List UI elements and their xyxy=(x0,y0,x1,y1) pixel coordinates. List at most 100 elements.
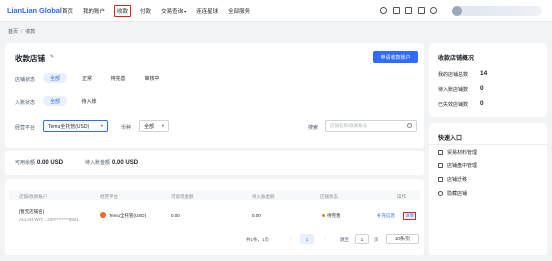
quick-link-label: 店铺盘中管理 xyxy=(447,163,478,169)
nav-collection[interactable]: 收款 xyxy=(114,5,132,17)
logo[interactable]: LianLian Global xyxy=(7,6,62,15)
breadcrumb-separator: / xyxy=(21,29,23,35)
shop-table: 店铺/收款账户 经营平台 可提现金额 待入账金额 店铺状态 操作 [暂无店铺名]… xyxy=(5,179,424,255)
page-title: 收款店铺 xyxy=(15,54,45,63)
calendar-icon[interactable] xyxy=(392,7,400,14)
temu-icon xyxy=(100,212,106,218)
currency-select-value: 全部 xyxy=(144,123,155,130)
chevron-down-icon: ▾ xyxy=(184,9,187,14)
balance-summary: 可用余额 0.00 USD 待入账金额 0.00 USD xyxy=(5,151,424,175)
stat-total-value: 14 xyxy=(480,70,488,77)
breadcrumb-current: 收款 xyxy=(25,29,36,35)
available-value: 0.00 USD xyxy=(37,160,64,166)
available-label: 可用余额 xyxy=(15,160,36,166)
quick-links-card: 快速入口 贸易材料管理 店铺盘中管理 店铺迁移 隐藏店铺 xyxy=(429,123,547,255)
chevron-down-icon: ▾ xyxy=(161,123,164,128)
edit-icon[interactable]: ✎ xyxy=(50,54,54,60)
shop-name: [暂无店铺名] xyxy=(19,209,45,214)
pending-balance: 待入账金额 0.00 USD xyxy=(85,159,138,166)
detail-link[interactable]: 详情 xyxy=(403,212,416,220)
row-platform: Temu全托管(USD) xyxy=(109,213,147,218)
document-icon[interactable] xyxy=(405,7,412,14)
overview-card: 收款店铺概况 我的店铺总数 14 待入账店铺数 0 已失效店铺数 0 xyxy=(429,43,547,117)
main-nav: 首页 我的账户 收款 付款 交易查询▾ 连连星球 全部服务 xyxy=(61,0,259,22)
nav-my-account[interactable]: 我的账户 xyxy=(82,5,106,17)
page-1[interactable]: 1 xyxy=(300,234,314,244)
col-action: 操作 xyxy=(397,194,406,199)
divider xyxy=(429,144,547,145)
platform-select[interactable]: Temu全托管(USD) ▾ xyxy=(43,120,108,132)
search-icon[interactable] xyxy=(407,123,412,128)
shop-status-label: 店铺状态 xyxy=(15,77,36,83)
search-input[interactable]: 店铺名称/收款账号 xyxy=(325,120,417,132)
table-header xyxy=(9,190,420,200)
nav-payment[interactable]: 付款 xyxy=(139,5,152,17)
row-status: 待完善 xyxy=(327,213,341,218)
platform-select-value: Temu全托管(USD) xyxy=(48,123,90,130)
quick-title: 快速入口 xyxy=(438,136,463,142)
col-available: 可提现金额 xyxy=(171,194,194,199)
jump-label: 跳至 xyxy=(340,237,349,242)
nav-home[interactable]: 首页 xyxy=(61,5,74,17)
nav-transactions-label: 交易查询 xyxy=(161,9,184,15)
row-available: 0.00 xyxy=(171,213,180,218)
stat-pending-label: 待入账店铺数 xyxy=(438,87,469,93)
shop-icon xyxy=(438,163,443,168)
shop-status-reviewing[interactable]: 审核中 xyxy=(140,73,164,83)
chevron-down-icon: ▾ xyxy=(100,123,103,128)
help-icon[interactable] xyxy=(380,7,387,14)
shop-status-all[interactable]: 全部 xyxy=(43,73,67,83)
status-dot xyxy=(322,214,325,217)
avatar[interactable] xyxy=(452,6,462,16)
breadcrumb: 首页 / 收款 xyxy=(8,28,35,35)
quick-link-label: 隐藏店铺 xyxy=(447,191,468,197)
shop-filter-card: 收款店铺 ✎ 申请收款账户 店铺状态 全部 正常 待完善 审核中 入账状态 全部… xyxy=(5,43,424,148)
quick-link-shop-management[interactable]: 店铺盘中管理 xyxy=(438,162,477,169)
stat-pending-value: 0 xyxy=(480,85,484,92)
quick-link-shop-migration[interactable]: 店铺迁移 xyxy=(438,176,467,183)
page-unit: 页 xyxy=(374,237,379,242)
complete-info-link[interactable]: 补充信息 xyxy=(377,213,395,219)
search-placeholder: 店铺名称/收款账号 xyxy=(330,123,368,128)
stat-total-label: 我的店铺总数 xyxy=(438,72,469,78)
nav-planet[interactable]: 连连星球 xyxy=(195,5,219,17)
entry-status-pending[interactable]: 待入账 xyxy=(77,96,101,106)
stat-expired-label: 已失效店铺数 xyxy=(438,102,469,108)
quick-link-hidden-shops[interactable]: 隐藏店铺 xyxy=(438,190,467,197)
breadcrumb-home[interactable]: 首页 xyxy=(8,29,18,35)
bell-icon[interactable] xyxy=(430,7,437,14)
top-icons xyxy=(380,7,443,14)
nav-all-services[interactable]: 全部服务 xyxy=(227,5,251,17)
apply-account-button[interactable]: 申请收款账户 xyxy=(373,51,418,63)
col-pending: 待入账金额 xyxy=(252,194,275,199)
pending-label: 待入账金额 xyxy=(85,160,111,166)
nav-transactions[interactable]: 交易查询▾ xyxy=(160,5,187,17)
search-label: 搜索 xyxy=(308,125,319,131)
jump-input[interactable]: 1 xyxy=(355,234,369,244)
migrate-icon xyxy=(438,177,443,182)
currency-label: 币种 xyxy=(121,125,132,131)
quick-link-trade-materials[interactable]: 贸易材料管理 xyxy=(438,149,477,156)
row-pending: 0.00 xyxy=(252,213,261,218)
shop-status-incomplete[interactable]: 待完善 xyxy=(106,73,130,83)
platform-label: 经营平台 xyxy=(15,125,36,131)
prev-page-icon[interactable]: ‹ xyxy=(290,236,292,241)
eye-hide-icon xyxy=(438,191,443,196)
quick-link-label: 店铺迁移 xyxy=(447,177,468,183)
quick-link-label: 贸易材料管理 xyxy=(447,150,478,156)
user-menu[interactable] xyxy=(452,6,542,16)
shop-status-normal[interactable]: 正常 xyxy=(77,73,97,83)
document-icon xyxy=(438,150,443,155)
entry-status-label: 入账状态 xyxy=(15,100,36,106)
col-status: 店铺状态 xyxy=(320,194,338,199)
shop-account: ALLAH WIT... 330********5821 xyxy=(19,217,79,222)
message-icon[interactable] xyxy=(417,7,425,14)
top-navbar: LianLian Global 首页 我的账户 收款 付款 交易查询▾ 连连星球… xyxy=(0,0,552,22)
pagination-total: 共1条，1页 xyxy=(246,237,270,242)
page-size-select[interactable]: 10条/页 xyxy=(386,234,419,244)
next-page-icon[interactable]: › xyxy=(324,236,326,241)
overview-title: 收款店铺概况 xyxy=(438,56,475,62)
available-balance: 可用余额 0.00 USD xyxy=(15,159,63,166)
currency-select[interactable]: 全部 ▾ xyxy=(139,120,169,132)
entry-status-all[interactable]: 全部 xyxy=(43,96,67,106)
